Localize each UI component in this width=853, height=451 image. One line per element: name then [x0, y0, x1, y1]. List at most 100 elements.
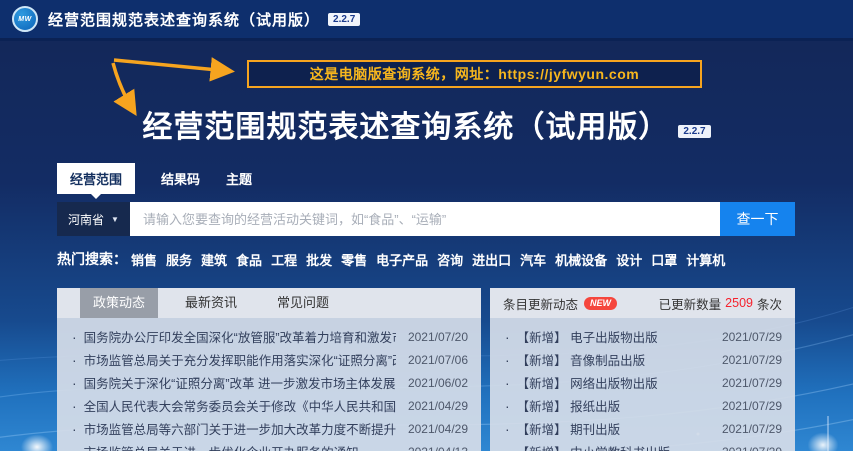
hot-search-row: 热门搜索： 销售 服务 建筑 食品 工程 批发 零售 电子产品 咨询 进出口 汽…: [57, 249, 734, 269]
list-item[interactable]: · 【新增】 网络出版物出版 2021/07/29: [490, 371, 795, 394]
entry-date: 2021/07/29: [722, 445, 782, 451]
news-date: 2021/07/20: [408, 330, 468, 344]
search-button[interactable]: 查一下: [720, 202, 795, 236]
hot-term[interactable]: 进出口: [472, 250, 511, 269]
app-logo-icon: MW: [12, 6, 38, 32]
hero-section: 这是电脑版查询系统，网址：https://jyfwyun.com 经营范围规范表…: [0, 44, 853, 451]
bullet-icon: ·: [505, 422, 510, 436]
bullet-icon: ·: [72, 376, 77, 390]
bullet-icon: ·: [505, 445, 510, 451]
light-flare: [801, 427, 845, 451]
list-item[interactable]: · 【新增】 报纸出版 2021/07/29: [490, 394, 795, 417]
hot-term[interactable]: 电子产品: [376, 250, 428, 269]
hot-term[interactable]: 零售: [341, 250, 367, 269]
bullet-icon: ·: [72, 353, 77, 367]
region-select-value: 河南省: [68, 211, 104, 228]
info-panels: 政策动态 最新资讯 常见问题 · 国务院办公厅印发全国深化“放管服”改革着力培育…: [57, 288, 795, 451]
hot-term[interactable]: 工程: [271, 250, 297, 269]
list-item[interactable]: · 【新增】 期刊出版 2021/07/29: [490, 417, 795, 440]
chevron-down-icon: ▼: [111, 215, 119, 224]
tab-business-scope[interactable]: 经营范围: [57, 163, 135, 194]
hot-term[interactable]: 机械设备: [555, 250, 607, 269]
region-select[interactable]: 河南省 ▼: [57, 202, 130, 236]
bullet-icon: ·: [72, 422, 77, 436]
entry-updates-panel: 条目更新动态 NEW 已更新数量 2509 条次 · 【新增】 电子出版物出版 …: [490, 288, 795, 451]
news-date: 2021/04/29: [408, 422, 468, 436]
updated-count-unit: 条次: [757, 294, 782, 313]
hot-term[interactable]: 计算机: [686, 250, 725, 269]
hot-term[interactable]: 咨询: [437, 250, 463, 269]
hot-term[interactable]: 服务: [166, 250, 192, 269]
bullet-icon: ·: [72, 399, 77, 413]
bullet-icon: ·: [505, 330, 510, 344]
news-title: 市场监管总局关于充分发挥职能作用落实深化“证照分离”改革任务的通知: [84, 350, 396, 369]
entry-date: 2021/07/29: [722, 353, 782, 367]
entry-title: 【新增】 网络出版物出版: [517, 373, 710, 392]
hot-term[interactable]: 销售: [131, 250, 157, 269]
hot-term[interactable]: 汽车: [520, 250, 546, 269]
entry-title: 【新增】 电子出版物出版: [517, 327, 710, 346]
news-title: 国务院办公厅印发全国深化“放管服”改革着力培育和激发市场主体活力电视电: [84, 327, 396, 346]
news-date: 2021/06/02: [408, 376, 468, 390]
new-badge: NEW: [584, 297, 617, 310]
news-title: 全国人民代表大会常务委员会关于修改《中华人民共和国道路交通安全法》等: [84, 396, 396, 415]
policy-panel-tabs: 政策动态 最新资讯 常见问题: [57, 288, 481, 318]
light-flare: [14, 429, 60, 451]
hero-title-row: 经营范围规范表述查询系统（试用版） 2.2.7: [0, 102, 853, 146]
app-title: 经营范围规范表述查询系统（试用版）: [48, 9, 320, 30]
hot-term[interactable]: 食品: [236, 250, 262, 269]
callout-text: 这是电脑版查询系统，网址：https://jyfwyun.com: [310, 64, 639, 84]
news-date: 2021/07/06: [408, 353, 468, 367]
list-item[interactable]: · 【新增】 中小学教科书出版 2021/07/29: [490, 440, 795, 451]
entry-date: 2021/07/29: [722, 399, 782, 413]
app-window: MW 经营范围规范表述查询系统（试用版） 2.2.7: [0, 0, 853, 451]
entry-title: 【新增】 中小学教科书出版: [517, 442, 710, 451]
tab-topic[interactable]: 主题: [226, 169, 252, 188]
entry-updates-title: 条目更新动态: [503, 294, 578, 313]
list-item[interactable]: · 【新增】 电子出版物出版 2021/07/29: [490, 325, 795, 348]
bullet-icon: ·: [505, 376, 510, 390]
top-bar: MW 经营范围规范表述查询系统（试用版） 2.2.7: [0, 0, 853, 41]
news-date: 2021/04/13: [408, 445, 468, 451]
updated-count-value: 2509: [725, 296, 753, 310]
news-title: 市场监管总局等六部门关于进一步加大改革力度不断提升企业开办服务水平的: [84, 419, 396, 438]
tab-latest-news[interactable]: 最新资讯: [172, 288, 250, 318]
updated-count: 已更新数量 2509 条次: [659, 294, 782, 313]
entry-date: 2021/07/29: [722, 376, 782, 390]
news-title: 国务院关于深化“证照分离”改革 进一步激发市场主体发展活力的通知: [84, 373, 396, 392]
entry-updates-list: · 【新增】 电子出版物出版 2021/07/29 · 【新增】 音像制品出版 …: [490, 318, 795, 451]
policy-news-panel: 政策动态 最新资讯 常见问题 · 国务院办公厅印发全国深化“放管服”改革着力培育…: [57, 288, 481, 451]
bullet-icon: ·: [505, 399, 510, 413]
list-item[interactable]: · 市场监管总局关于进一步优化企业开办服务的通知 2021/04/13: [57, 440, 481, 451]
hot-term[interactable]: 批发: [306, 250, 332, 269]
list-item[interactable]: · 市场监管总局关于充分发挥职能作用落实深化“证照分离”改革任务的通知 2021…: [57, 348, 481, 371]
hot-term[interactable]: 设计: [616, 250, 642, 269]
hot-term[interactable]: 建筑: [201, 250, 227, 269]
bullet-icon: ·: [72, 330, 77, 344]
list-item[interactable]: · 【新增】 音像制品出版 2021/07/29: [490, 348, 795, 371]
version-badge: 2.2.7: [328, 13, 360, 26]
entry-title: 【新增】 报纸出版: [517, 396, 710, 415]
bullet-icon: ·: [505, 353, 510, 367]
bullet-icon: ·: [72, 445, 77, 451]
page-title: 经营范围规范表述查询系统（试用版）: [142, 102, 669, 146]
version-badge: 2.2.7: [678, 125, 710, 138]
tab-faq[interactable]: 常见问题: [264, 288, 342, 318]
list-item[interactable]: · 国务院关于深化“证照分离”改革 进一步激发市场主体发展活力的通知 2021/…: [57, 371, 481, 394]
news-date: 2021/04/29: [408, 399, 468, 413]
search-type-tabs: 经营范围 结果码 主题: [57, 163, 252, 194]
tab-result-code[interactable]: 结果码: [161, 169, 200, 188]
entry-updates-header: 条目更新动态 NEW 已更新数量 2509 条次: [490, 288, 795, 318]
entry-title: 【新增】 期刊出版: [517, 419, 710, 438]
callout-note: 这是电脑版查询系统，网址：https://jyfwyun.com: [247, 60, 702, 88]
hot-term[interactable]: 口罩: [651, 250, 677, 269]
list-item[interactable]: · 国务院办公厅印发全国深化“放管服”改革着力培育和激发市场主体活力电视电 20…: [57, 325, 481, 348]
policy-news-list: · 国务院办公厅印发全国深化“放管服”改革着力培育和激发市场主体活力电视电 20…: [57, 318, 481, 451]
search-input[interactable]: [130, 202, 720, 236]
entry-date: 2021/07/29: [722, 422, 782, 436]
list-item[interactable]: · 全国人民代表大会常务委员会关于修改《中华人民共和国道路交通安全法》等 202…: [57, 394, 481, 417]
list-item[interactable]: · 市场监管总局等六部门关于进一步加大改革力度不断提升企业开办服务水平的 202…: [57, 417, 481, 440]
updated-count-label: 已更新数量: [659, 294, 722, 313]
tab-policy-news[interactable]: 政策动态: [80, 288, 158, 318]
search-bar: 河南省 ▼ 查一下: [57, 202, 795, 236]
